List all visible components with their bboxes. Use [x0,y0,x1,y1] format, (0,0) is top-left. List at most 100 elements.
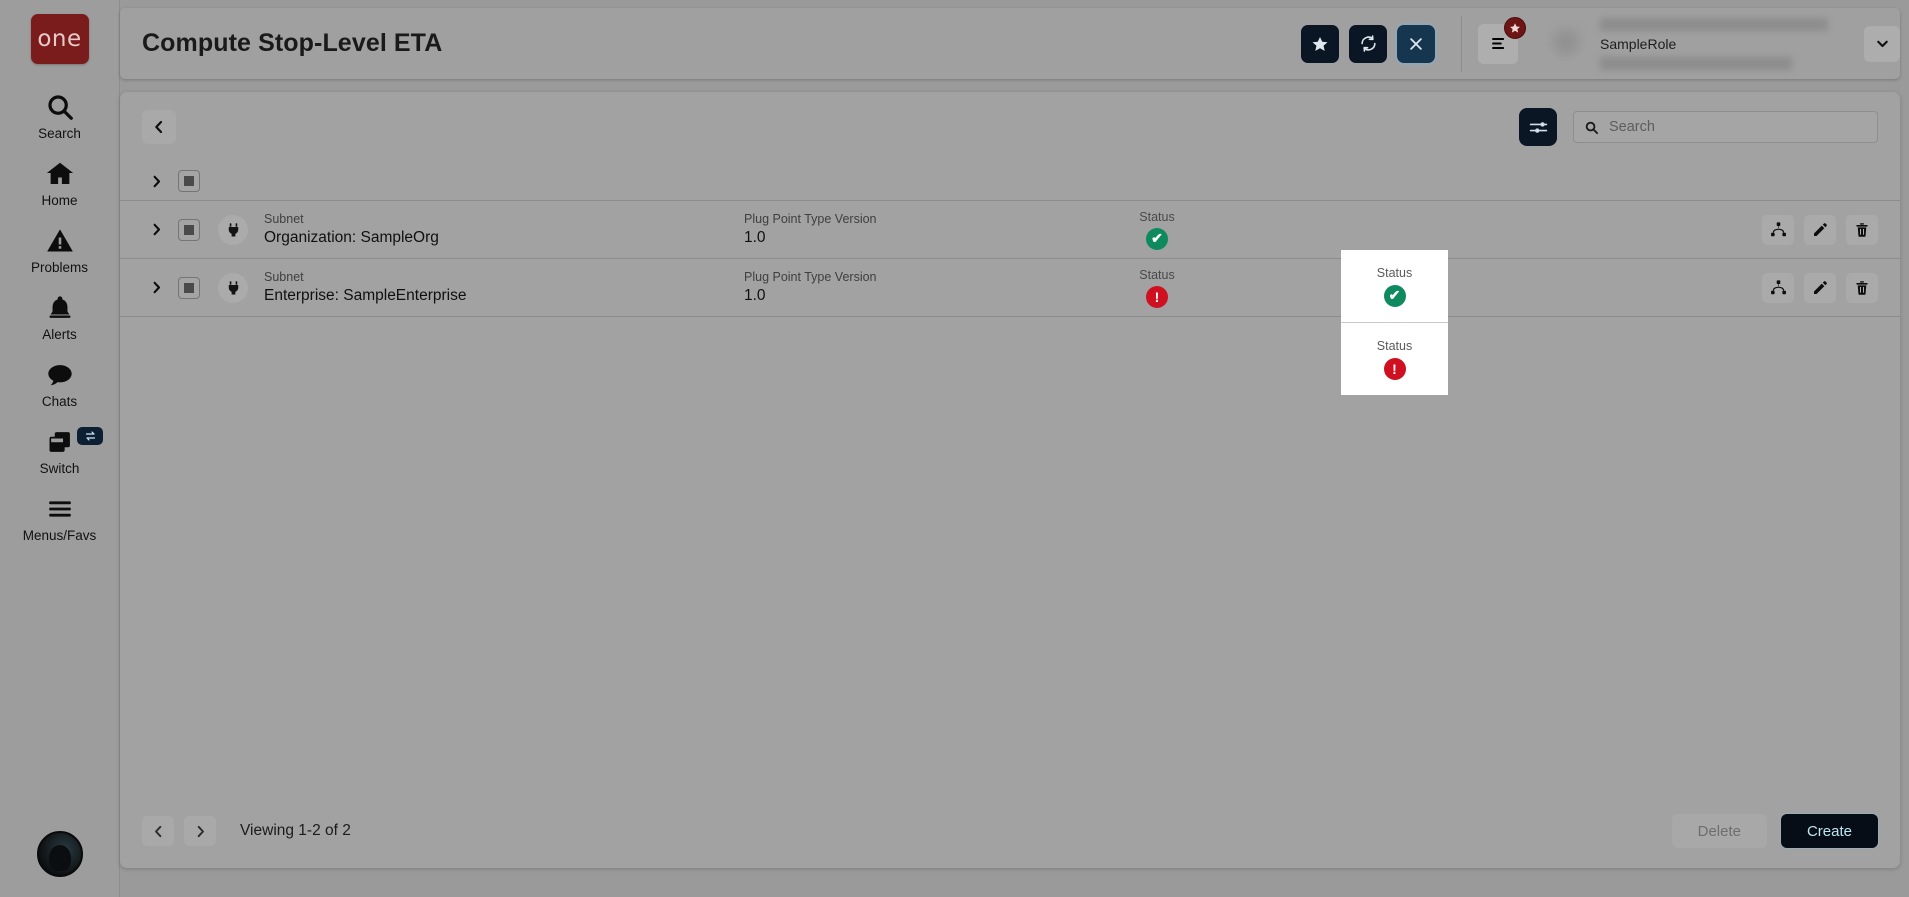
row-status-cell: Status ✔ [1104,210,1210,250]
close-button[interactable] [1397,24,1435,63]
delete-button[interactable]: Delete [1671,814,1767,848]
home-icon [44,157,76,191]
user-avatar-icon[interactable] [36,831,83,877]
page-title: Compute Stop-Level ETA [142,29,443,57]
sidebar-item-label: Chats [41,394,78,409]
main-panel: Subnet Organization: SampleOrg Plug Poin… [120,92,1900,868]
hierarchy-icon[interactable] [1762,214,1794,245]
row-actions [1752,272,1900,303]
plug-icon [218,272,248,303]
user-menu-button[interactable] [1864,25,1900,62]
logo-text: one [37,26,82,52]
next-page-button[interactable] [184,816,216,846]
data-table: Subnet Organization: SampleOrg Plug Poin… [120,162,1900,794]
row-version-label: Plug Point Type Version [744,212,877,226]
delete-trash-icon[interactable] [1846,272,1878,303]
refresh-button[interactable] [1349,24,1387,63]
page-header: Compute Stop-Level ETA SampleRole [120,8,1900,79]
list-menu-icon [1491,37,1504,50]
select-all-checkbox[interactable] [178,170,200,192]
app-logo[interactable]: one [30,14,89,64]
row-checkbox[interactable] [178,218,200,241]
left-sidebar: one Search Home Problems Alerts Chats Sw… [0,0,120,897]
sidebar-item-switch[interactable]: Switch [0,425,119,476]
hierarchy-icon[interactable] [1762,272,1794,303]
star-badge-icon [1504,16,1526,39]
back-button[interactable] [142,110,176,144]
search-icon [45,90,75,124]
row-version-value: 1.0 [744,229,766,246]
prev-page-button[interactable] [142,816,174,846]
close-x-icon [1410,37,1422,50]
row-status-label: Status [1139,267,1175,282]
status-badge: ✔ [1146,227,1168,250]
row-status-label: Status [1139,209,1175,224]
filter-sliders-icon [1529,121,1547,133]
search-icon [1584,120,1599,135]
table-header-row [120,162,1900,201]
chevron-left-icon [155,120,163,134]
sidebar-item-alerts[interactable]: Alerts [0,291,119,342]
panel-toolbar [120,92,1900,162]
row-actions [1752,214,1900,245]
edit-pencil-icon[interactable] [1804,272,1836,303]
sidebar-item-home[interactable]: Home [0,157,119,208]
row-name-cell: Subnet Organization: SampleOrg [264,211,744,248]
row-name-label: Subnet [264,212,304,226]
app-root: one Search Home Problems Alerts Chats Sw… [0,0,1909,897]
search-box[interactable] [1573,111,1878,143]
row-expand-toggle[interactable] [142,222,170,237]
header-actions: SampleRole [1291,8,1900,79]
chevron-left-icon [154,825,161,837]
toolbar-right-group [1519,108,1878,146]
row-name-cell: Subnet Enterprise: SampleEnterprise [264,269,744,306]
redacted-user-detail [1600,56,1792,70]
sidebar-item-label: Home [41,193,78,208]
sidebar-item-label: Problems [30,260,89,275]
status-badge: ! [1146,285,1168,308]
table-row[interactable]: Subnet Organization: SampleOrg Plug Poin… [120,201,1900,259]
user-profile[interactable]: SampleRole [1544,8,1900,79]
chevron-down-icon [1876,40,1888,48]
refresh-icon [1360,35,1376,52]
bell-icon [46,291,74,325]
avatar [1544,21,1588,66]
expand-all-toggle[interactable] [142,174,170,189]
hamburger-icon [44,492,76,526]
sidebar-item-label: Switch [39,461,80,476]
chevron-right-icon [153,175,160,187]
create-button[interactable]: Create [1780,814,1878,848]
sidebar-item-label: Alerts [42,327,77,342]
delete-trash-icon[interactable] [1846,214,1878,245]
row-expand-toggle[interactable] [142,280,170,295]
star-icon [1312,36,1328,51]
row-version-value: 1.0 [744,287,766,304]
user-info: SampleRole [1600,17,1832,70]
row-status-cell: Status ! [1104,268,1210,308]
favorite-button[interactable] [1301,24,1339,63]
sidebar-item-search[interactable]: Search [0,90,119,141]
sidebar-item-problems[interactable]: Problems [0,224,119,275]
chevron-right-icon [197,825,204,837]
table-row[interactable]: Subnet Enterprise: SampleEnterprise Plug… [120,259,1900,317]
sidebar-item-chats[interactable]: Chats [0,358,119,409]
redacted-user-name [1600,17,1828,31]
user-role-label: SampleRole [1600,35,1677,52]
footer-actions: Delete Create [1671,814,1878,848]
row-checkbox[interactable] [178,276,200,299]
viewing-count-label: Viewing 1-2 of 2 [240,822,351,839]
row-version-label: Plug Point Type Version [744,270,877,284]
edit-pencil-icon[interactable] [1804,214,1836,245]
menus-favorites-button[interactable] [1478,16,1526,64]
sidebar-item-label: Search [38,126,81,141]
row-version-cell: Plug Point Type Version 1.0 [744,211,1104,248]
sidebar-item-menus-favs[interactable]: Menus/Favs [0,492,119,543]
content-area: Compute Stop-Level ETA SampleRole Search… [120,0,1909,897]
row-name-label: Subnet [264,270,304,284]
row-name-value: Enterprise: SampleEnterprise [264,287,467,304]
filter-button[interactable] [1519,108,1557,146]
switch-toggle-badge[interactable] [77,427,103,445]
header-divider [1461,15,1462,72]
search-input[interactable] [1609,119,1867,135]
chevron-right-icon [153,223,160,236]
